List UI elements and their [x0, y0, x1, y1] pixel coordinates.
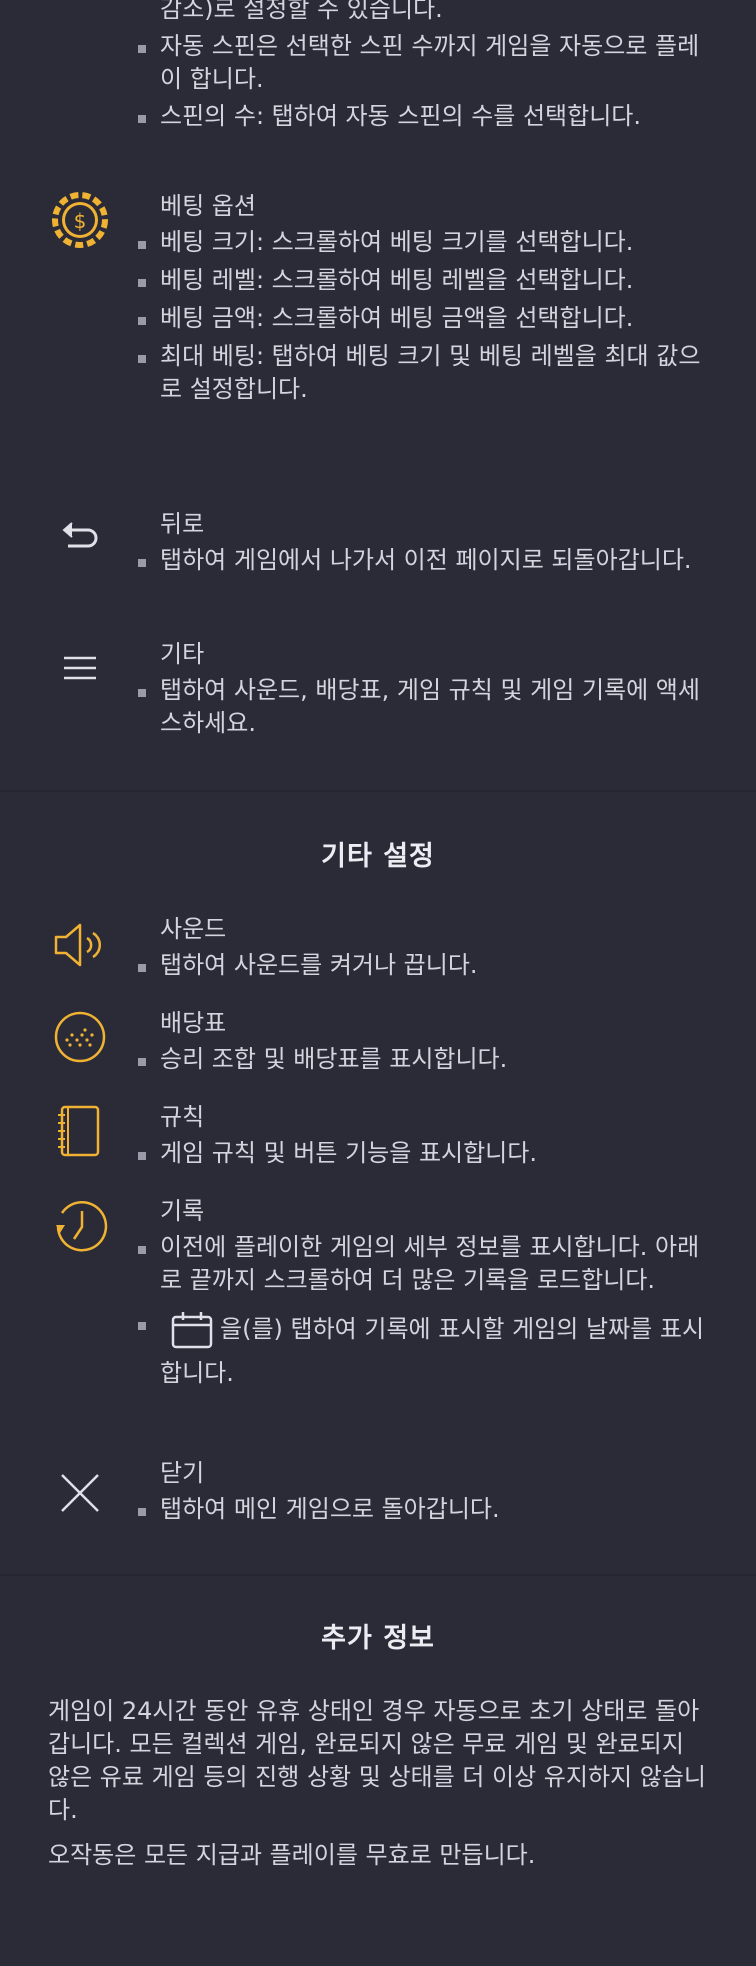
spin-bullet-list: 스핀 속도는 같은 모든 모드(해당 게임에서 일 스핀 시간 감소)로 설정할…	[138, 0, 720, 133]
item-title: 사운드	[160, 915, 227, 943]
rules-notebook-icon	[50, 1101, 110, 1161]
calendar-icon	[170, 1311, 214, 1349]
controls-section: 스핀 속도는 같은 모든 모드(해당 게임에서 일 스핀 시간 감소)로 설정할…	[0, 0, 756, 790]
bullet: 탭하여 메인 게임으로 돌아갑니다.	[136, 1493, 720, 1526]
back-arrow-icon	[50, 508, 110, 568]
bullet: 탭하여 사운드, 배당표, 게임 규칙 및 게임 기록에 액세스하세요.	[136, 674, 720, 740]
info-paragraph: 오작동은 모든 지급과 플레이를 무효로 만듭니다.	[48, 1841, 536, 1869]
bet-bullet-list: 베팅 크기: 스크롤하여 베팅 크기를 선택합니다. 베팅 레벨: 스크롤하여 …	[138, 226, 720, 406]
bullet: 베팅 크기: 스크롤하여 베팅 크기를 선택합니다.	[136, 226, 720, 259]
paytable-bullet-list: 승리 조합 및 배당표를 표시합니다.	[138, 1043, 720, 1076]
item-body: 기타 탭하여 사운드, 배당표, 게임 규칙 및 게임 기록에 액세스하세요.	[138, 638, 756, 758]
close-icon	[50, 1463, 110, 1523]
close-bullet-list: 탭하여 메인 게임으로 돌아갑니다.	[138, 1493, 720, 1526]
item-body: 규칙 게임 규칙 및 버튼 기능을 표시합니다.	[138, 1101, 756, 1195]
item-body: 스핀 속도는 같은 모든 모드(해당 게임에서 일 스핀 시간 감소)로 설정할…	[138, 0, 756, 190]
section-title: 기타 설정	[321, 841, 435, 872]
history-item: 기록 이전에 플레이한 게임의 세부 정보를 표시합니다. 아래로 끝까지 스크…	[0, 1195, 756, 1457]
bullet: 베팅 금액: 스크롤하여 베팅 금액을 선택합니다.	[136, 302, 720, 335]
additional-info-section: 추가 정보 게임이 24시간 동안 유휴 상태인 경우 자동으로 초기 상태로 …	[0, 1576, 756, 1926]
bullet: 스핀의 수: 탭하여 자동 스핀의 수를 선택합니다.	[136, 100, 720, 133]
more-bullet-list: 탭하여 사운드, 배당표, 게임 규칙 및 게임 기록에 액세스하세요.	[138, 674, 720, 740]
bet-options-item: $ 베팅 옵션 베팅 크기: 스크롤하여 베팅 크기를 선택합니다. 베팅 레벨…	[0, 190, 756, 508]
other-settings-section: 기타 설정 사운드 탭하여 사운드를 켜거나 끕니다. 배당표 승리 조합 및 …	[0, 792, 756, 1574]
more-item: 기타 탭하여 사운드, 배당표, 게임 규칙 및 게임 기록에 액세스하세요.	[0, 638, 756, 758]
close-item: 닫기 탭하여 메인 게임으로 돌아갑니다.	[0, 1457, 756, 1557]
sound-item: 사운드 탭하여 사운드를 켜거나 끕니다.	[0, 913, 756, 1007]
bullet: 탭하여 게임에서 나가서 이전 페이지로 되돌아갑니다.	[136, 544, 720, 577]
speaker-icon	[50, 915, 110, 975]
item-title: 베팅 옵션	[160, 192, 256, 220]
item-body: 기록 이전에 플레이한 게임의 세부 정보를 표시합니다. 아래로 끝까지 스크…	[138, 1195, 756, 1457]
calendar-bullet-text: 을(를) 탭하여 기록에 표시할 게임의 날짜를 표시합니다.	[160, 1315, 705, 1387]
bullet: 최대 베팅: 탭하여 베팅 크기 및 베팅 레벨을 최대 값으로 설정합니다.	[136, 340, 720, 406]
info-paragraph: 게임이 24시간 동안 유휴 상태인 경우 자동으로 초기 상태로 돌아갑니다.…	[48, 1697, 706, 1824]
bullet: 탭하여 사운드를 켜거나 끕니다.	[136, 949, 720, 982]
bullet: 베팅 레벨: 스크롤하여 베팅 레벨을 선택합니다.	[136, 264, 720, 297]
bullet: 이전에 플레이한 게임의 세부 정보를 표시합니다. 아래로 끝까지 스크롤하여…	[136, 1231, 720, 1297]
back-item: 뒤로 탭하여 게임에서 나가서 이전 페이지로 되돌아갑니다.	[0, 508, 756, 638]
section-title: 추가 정보	[321, 1623, 435, 1654]
history-bullet-list: 이전에 플레이한 게임의 세부 정보를 표시합니다. 아래로 끝까지 스크롤하여…	[138, 1231, 720, 1395]
bullet: 게임 규칙 및 버튼 기능을 표시합니다.	[136, 1137, 720, 1170]
item-title: 기록	[160, 1197, 205, 1225]
rules-bullet-list: 게임 규칙 및 버튼 기능을 표시합니다.	[138, 1137, 720, 1170]
coin-dollar-icon: $	[50, 190, 110, 250]
bullet: 스핀 속도는 같은 모든 모드(해당 게임에서 일 스핀 시간 감소)로 설정할…	[136, 0, 720, 26]
paytable-item: 배당표 승리 조합 및 배당표를 표시합니다.	[0, 1007, 756, 1101]
spin-options-item: 스핀 속도는 같은 모든 모드(해당 게임에서 일 스핀 시간 감소)로 설정할…	[0, 0, 756, 190]
item-title: 뒤로	[160, 510, 205, 538]
bullet: 승리 조합 및 배당표를 표시합니다.	[136, 1043, 720, 1076]
history-clock-icon	[50, 1195, 110, 1255]
item-title: 기타	[160, 640, 205, 668]
item-title: 규칙	[160, 1103, 205, 1131]
rules-item: 규칙 게임 규칙 및 버튼 기능을 표시합니다.	[0, 1101, 756, 1195]
sound-bullet-list: 탭하여 사운드를 켜거나 끕니다.	[138, 949, 720, 982]
svg-text:$: $	[74, 209, 87, 233]
item-body: 베팅 옵션 베팅 크기: 스크롤하여 베팅 크기를 선택합니다. 베팅 레벨: …	[138, 190, 756, 508]
paytable-icon	[50, 1007, 110, 1067]
menu-icon	[50, 638, 110, 698]
item-title: 배당표	[160, 1009, 227, 1037]
item-title: 닫기	[160, 1459, 205, 1487]
item-body: 뒤로 탭하여 게임에서 나가서 이전 페이지로 되돌아갑니다.	[138, 508, 756, 638]
item-body: 사운드 탭하여 사운드를 켜거나 끕니다.	[138, 913, 756, 1007]
bullet-calendar: 을(를) 탭하여 기록에 표시할 게임의 날짜를 표시합니다.	[136, 1307, 720, 1395]
back-bullet-list: 탭하여 게임에서 나가서 이전 페이지로 되돌아갑니다.	[138, 544, 720, 577]
item-body: 배당표 승리 조합 및 배당표를 표시합니다.	[138, 1007, 756, 1101]
bullet: 자동 스핀은 선택한 스핀 수까지 게임을 자동으로 플레이 합니다.	[136, 30, 720, 96]
item-body: 닫기 탭하여 메인 게임으로 돌아갑니다.	[138, 1457, 756, 1557]
